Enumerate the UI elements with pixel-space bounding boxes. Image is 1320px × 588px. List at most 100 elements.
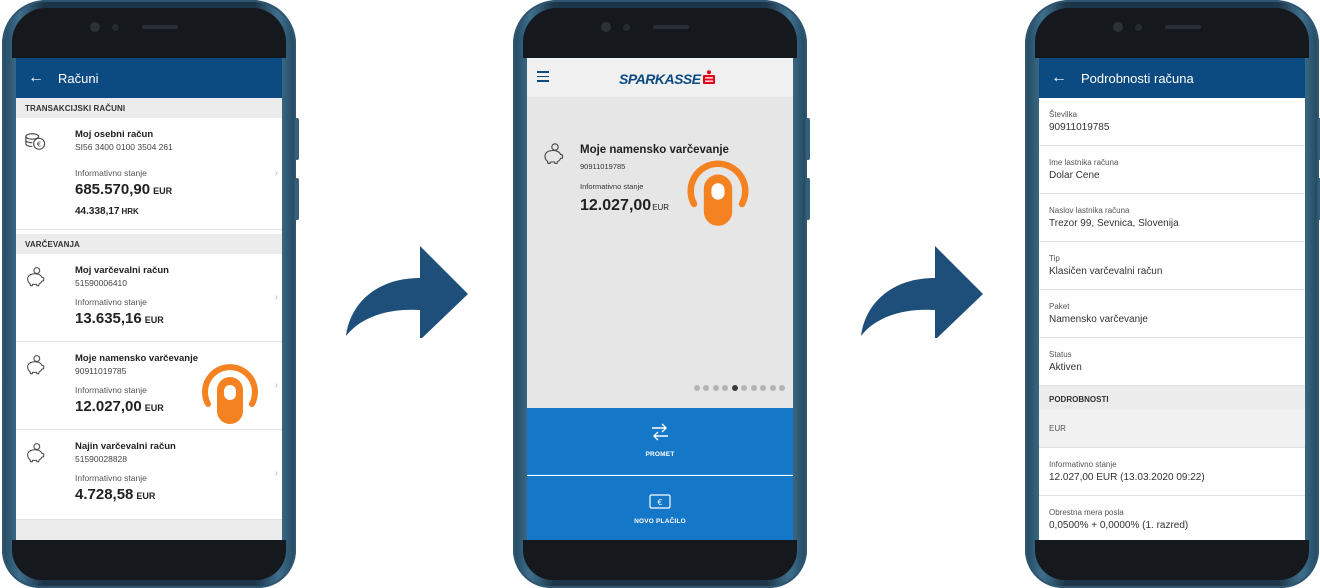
balance-label: Informativno stanje	[75, 168, 147, 178]
hamburger-menu-icon[interactable]	[537, 71, 549, 85]
earpiece-speaker	[1165, 25, 1201, 29]
chevron-right-icon: ›	[274, 292, 278, 303]
balance-label: Informativno stanje	[75, 385, 147, 395]
pager-dot[interactable]	[722, 385, 728, 391]
front-camera-icon	[601, 22, 611, 32]
balance-label: Informativno stanje	[75, 297, 147, 307]
detail-row-address: Naslov lastnika računa Trezor 99, Sevnic…	[1039, 194, 1305, 242]
earpiece-speaker	[653, 25, 689, 29]
front-camera-icon	[1113, 22, 1123, 32]
chevron-right-icon: ›	[274, 168, 278, 179]
detail-value: Aktiven	[1049, 362, 1082, 373]
earpiece-speaker	[142, 25, 178, 29]
detail-row-status: Status Aktiven	[1039, 338, 1305, 386]
pager-dot[interactable]	[731, 385, 738, 391]
detail-value: Trezor 99, Sevnica, Slovenija	[1049, 218, 1179, 229]
detail-value: Dolar Cene	[1049, 170, 1100, 181]
page-indicator[interactable]	[693, 385, 785, 391]
detail-row-owner: Ime lastnika računa Dolar Cene	[1039, 146, 1305, 194]
account-number: SI56 3400 0100 3504 261	[75, 142, 173, 152]
pager-dot[interactable]	[750, 385, 757, 391]
detail-row-package: Paket Namensko varčevanje	[1039, 290, 1305, 338]
details-screen: ← Podrobnosti računa Številka 9091101978…	[1039, 58, 1305, 540]
detail-value: 0,0500% + 0,0000% (1. razred)	[1049, 520, 1189, 531]
back-arrow-icon[interactable]: ←	[1051, 69, 1081, 87]
account-card[interactable]: Moje namensko varčevanje 90911019785 Inf…	[527, 98, 793, 408]
tap-finger-icon	[687, 160, 749, 226]
detail-label: Naslov lastnika računa	[1049, 206, 1130, 215]
piggy-bank-icon	[544, 143, 564, 165]
account-item-targeted-savings[interactable]: Moje namensko varčevanje 90911019785 Inf…	[16, 342, 282, 430]
front-camera-icon	[90, 22, 100, 32]
balance-label: Informativno stanje	[580, 182, 644, 191]
coins-euro-icon: €	[25, 133, 46, 150]
detail-label: Številka	[1049, 110, 1078, 119]
account-item-savings[interactable]: Moj varčevalni račun 51590006410 Informa…	[16, 254, 282, 342]
account-number: 90911019785	[75, 366, 127, 376]
promet-button[interactable]: PROMET	[527, 408, 793, 475]
chevron-right-icon: ›	[274, 380, 278, 391]
account-name: Moj osebni račun	[75, 129, 154, 140]
app-bar: SPARKASSE	[527, 58, 793, 98]
account-item-joint-savings[interactable]: Najin varčevalni račun 51590028828 Infor…	[16, 430, 282, 520]
curved-arrow-right-icon	[861, 246, 983, 338]
tap-finger-icon	[202, 364, 258, 424]
pager-dot[interactable]	[712, 385, 719, 391]
balance-label: Informativno stanje	[75, 473, 147, 483]
pager-dot[interactable]	[779, 385, 785, 391]
account-name: Moje namensko varčevanje	[75, 353, 199, 364]
pager-dot[interactable]	[741, 385, 747, 391]
account-item-personal[interactable]: € Moj osebni račun SI56 3400 0100 3504 2…	[16, 118, 282, 230]
page-title: Podrobnosti računa	[1081, 70, 1194, 86]
new-payment-button[interactable]: € NOVO PLAČILO	[527, 476, 793, 540]
detail-label: Informativno stanje	[1049, 460, 1117, 469]
account-name: Moje namensko varčevanje	[580, 144, 729, 156]
accounts-screen: ← Računi TRANSAKCIJSKI RAČUNI € Moj oseb…	[16, 58, 282, 540]
svg-text:€: €	[37, 140, 42, 149]
pager-dot[interactable]	[769, 385, 776, 391]
section-header-details: PODROBNOSTI	[1039, 386, 1305, 410]
new-payment-label: NOVO PLAČILO	[634, 518, 686, 525]
payment-card-icon: €	[649, 494, 671, 509]
balance-amount: 12.027,00EUR	[75, 398, 164, 415]
detail-row-interest: Obrestna mera posla 0,0500% + 0,0000% (1…	[1039, 496, 1305, 540]
pager-dot[interactable]	[760, 385, 766, 391]
sparkasse-s-logo-icon	[703, 70, 715, 84]
detail-row-balance: Informativno stanje 12.027,00 EUR (13.03…	[1039, 448, 1305, 496]
pager-dot[interactable]	[703, 385, 709, 391]
detail-row-number: Številka 90911019785	[1039, 98, 1305, 146]
phone-account-overview: SPARKASSE Moje namensko varčevanje 90911…	[513, 0, 810, 588]
detail-row-type: Tip Klasičen varčevalni račun	[1039, 242, 1305, 290]
app-bar: ← Podrobnosti računa	[1039, 58, 1305, 98]
balance-amount: 13.635,16 EUR	[75, 310, 164, 327]
brand-logo: SPARKASSE	[619, 71, 701, 87]
account-number: 51590006410	[75, 278, 128, 288]
currency-header: EUR	[1039, 410, 1305, 448]
account-number: 51590028828	[75, 454, 128, 464]
piggy-bank-icon	[27, 355, 45, 375]
sensor-icon	[623, 24, 630, 31]
detail-label: Obrestna mera posla	[1049, 508, 1124, 517]
page-title: Računi	[58, 70, 99, 86]
piggy-bank-icon	[27, 443, 45, 463]
detail-label: Status	[1049, 350, 1072, 359]
detail-label: Ime lastnika računa	[1049, 158, 1119, 167]
promet-label: PROMET	[645, 451, 675, 458]
account-name: Najin varčevalni račun	[75, 441, 176, 452]
detail-value: Klasičen varčevalni račun	[1049, 266, 1163, 277]
curved-arrow-right-icon	[346, 246, 468, 338]
svg-text:€: €	[657, 498, 662, 507]
detail-value: 12.027,00 EUR (13.03.2020 09:22)	[1049, 472, 1205, 483]
chevron-right-icon: ›	[274, 468, 278, 479]
back-arrow-icon[interactable]: ←	[28, 69, 58, 87]
section-header-transaction-accounts: TRANSAKCIJSKI RAČUNI	[16, 98, 282, 118]
overview-screen: SPARKASSE Moje namensko varčevanje 90911…	[527, 58, 793, 540]
sensor-icon	[1135, 24, 1142, 31]
balance-amount: 4.728,58 EUR	[75, 486, 156, 503]
phone-accounts-list: ← Računi TRANSAKCIJSKI RAČUNI € Moj oseb…	[2, 0, 299, 588]
section-header-savings: VARČEVANJA	[16, 234, 282, 254]
pager-dot[interactable]	[693, 385, 700, 391]
phone-account-details: ← Podrobnosti računa Številka 9091101978…	[1025, 0, 1320, 588]
balance-amount: 685.570,90 EUR	[75, 181, 173, 198]
detail-label: Tip	[1049, 254, 1060, 263]
